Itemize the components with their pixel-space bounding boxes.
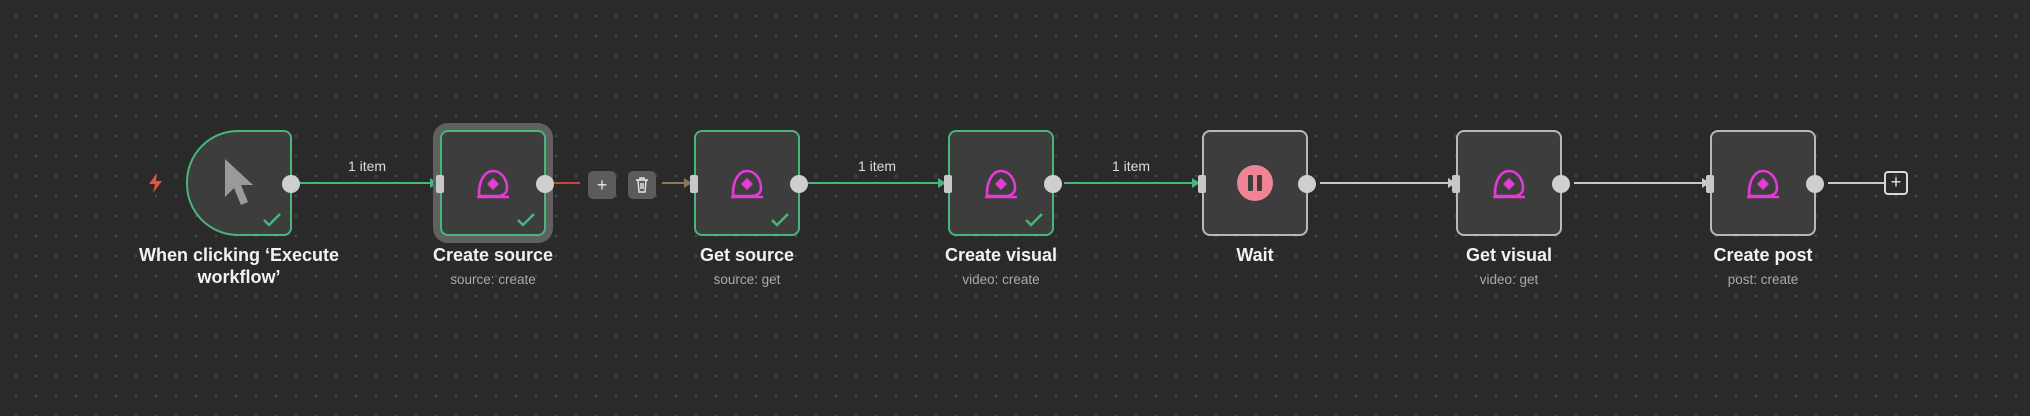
node-create-post[interactable] bbox=[1706, 130, 1824, 236]
pause-icon bbox=[1237, 165, 1273, 201]
app-logo-icon bbox=[731, 169, 763, 199]
node-label: Create source bbox=[432, 245, 554, 265]
check-icon bbox=[1025, 213, 1043, 227]
output-handle[interactable] bbox=[1298, 175, 1316, 193]
delete-connection-button[interactable] bbox=[628, 171, 656, 199]
output-handle[interactable] bbox=[790, 175, 808, 193]
check-icon bbox=[771, 213, 789, 227]
node-label: When clicking ‘Execute workflow’ bbox=[138, 245, 340, 287]
node-label: Create post bbox=[1713, 245, 1813, 265]
node-label: Get source bbox=[699, 245, 795, 265]
input-handle[interactable] bbox=[690, 175, 698, 193]
check-icon bbox=[517, 213, 535, 227]
output-handle[interactable] bbox=[1806, 175, 1824, 193]
node-sublabel: video: create bbox=[962, 272, 1040, 287]
node-label: Create visual bbox=[944, 245, 1058, 265]
node-manual-trigger[interactable] bbox=[186, 130, 300, 236]
workflow-canvas[interactable]: When clicking ‘Execute workflow’ Create … bbox=[0, 0, 2030, 416]
output-handle[interactable] bbox=[536, 175, 554, 193]
add-next-node-button[interactable]: + bbox=[1884, 171, 1908, 195]
app-logo-icon bbox=[1493, 169, 1525, 199]
connection-item-count: 1 item bbox=[1111, 158, 1151, 174]
app-logo-icon bbox=[477, 169, 509, 199]
node-label: Wait bbox=[1236, 245, 1274, 265]
input-handle[interactable] bbox=[436, 175, 444, 193]
node-label: Get visual bbox=[1465, 245, 1553, 265]
connection-item-count: 1 item bbox=[347, 158, 387, 174]
node-get-source[interactable] bbox=[690, 130, 808, 236]
app-logo-icon bbox=[1747, 169, 1779, 199]
output-handle[interactable] bbox=[282, 175, 300, 193]
input-handle[interactable] bbox=[1198, 175, 1206, 193]
node-sublabel: post: create bbox=[1727, 272, 1799, 287]
input-handle[interactable] bbox=[1452, 175, 1460, 193]
connection-item-count: 1 item bbox=[857, 158, 897, 174]
app-logo-icon bbox=[985, 169, 1017, 199]
node-sublabel: source: create bbox=[450, 272, 536, 287]
node-sublabel: source: get bbox=[713, 272, 781, 287]
node-wait[interactable] bbox=[1198, 130, 1316, 236]
node-get-visual[interactable] bbox=[1452, 130, 1570, 236]
cursor-icon bbox=[225, 159, 253, 205]
input-handle[interactable] bbox=[1706, 175, 1714, 193]
node-create-visual[interactable] bbox=[944, 130, 1062, 236]
trigger-bolt-icon bbox=[149, 173, 162, 193]
add-node-button[interactable]: + bbox=[588, 171, 616, 199]
trash-icon bbox=[636, 177, 648, 193]
output-handle[interactable] bbox=[1044, 175, 1062, 193]
check-icon bbox=[263, 213, 281, 227]
output-handle[interactable] bbox=[1552, 175, 1570, 193]
node-create-source[interactable] bbox=[436, 130, 554, 236]
node-sublabel: video: get bbox=[1479, 272, 1539, 287]
input-handle[interactable] bbox=[944, 175, 952, 193]
